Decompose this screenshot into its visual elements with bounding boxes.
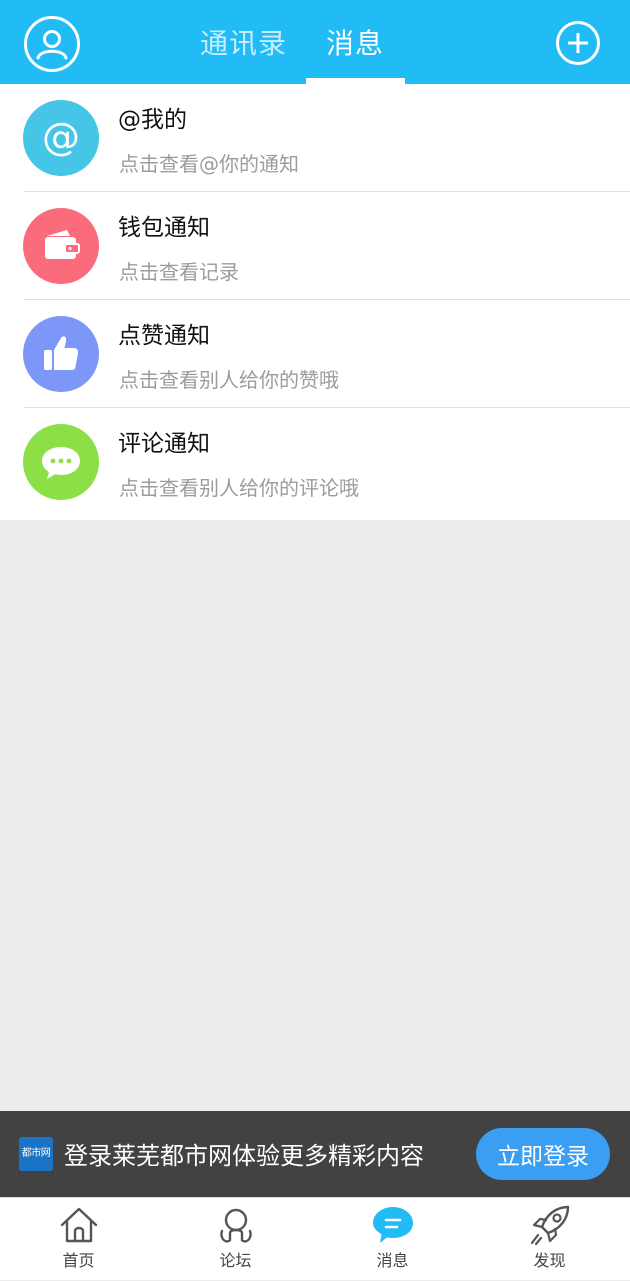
item-title: 钱包通知 bbox=[118, 215, 210, 241]
message-icon bbox=[372, 1207, 413, 1243]
thumbs-up-icon bbox=[23, 316, 99, 392]
wallet-icon bbox=[23, 208, 99, 284]
nav-messages[interactable]: 消息 bbox=[314, 1198, 471, 1281]
forum-icon bbox=[219, 1208, 252, 1243]
top-bar: 通讯录 消息 bbox=[0, 0, 630, 84]
tab-contacts[interactable]: 通讯录 bbox=[200, 24, 287, 64]
profile-avatar-button[interactable] bbox=[24, 16, 80, 72]
bottom-nav: 首页 论坛 消息 发现 bbox=[0, 1197, 630, 1280]
svg-text:@: @ bbox=[42, 115, 80, 159]
item-subtitle: 点击查看@你的通知 bbox=[119, 152, 299, 176]
nav-label: 发现 bbox=[533, 1251, 566, 1270]
list-item-comments[interactable]: 评论通知 点击查看别人给你的评论哦 bbox=[0, 408, 630, 516]
plus-icon bbox=[568, 33, 588, 53]
tab-messages[interactable]: 消息 bbox=[326, 24, 384, 64]
nav-label: 消息 bbox=[376, 1251, 409, 1270]
notification-list: @ @我的 点击查看@你的通知 钱包通知 点击查看记录 点赞通知 点击查看别人给… bbox=[0, 84, 630, 520]
item-subtitle: 点击查看别人给你的评论哦 bbox=[119, 476, 359, 500]
item-title: 评论通知 bbox=[118, 431, 210, 457]
nav-label: 首页 bbox=[62, 1251, 95, 1270]
item-title: @我的 bbox=[118, 107, 187, 133]
item-subtitle: 点击查看记录 bbox=[119, 260, 239, 284]
at-icon: @ bbox=[23, 100, 99, 176]
nav-forum[interactable]: 论坛 bbox=[157, 1198, 314, 1281]
site-logo: 都市网 bbox=[19, 1137, 53, 1171]
item-title: 点赞通知 bbox=[118, 323, 210, 349]
nav-home[interactable]: 首页 bbox=[0, 1198, 157, 1281]
list-item-likes[interactable]: 点赞通知 点击查看别人给你的赞哦 bbox=[0, 300, 630, 408]
user-icon bbox=[36, 30, 68, 60]
nav-discover[interactable]: 发现 bbox=[471, 1198, 628, 1281]
item-subtitle: 点击查看别人给你的赞哦 bbox=[119, 368, 339, 392]
home-icon bbox=[60, 1207, 97, 1243]
comment-icon bbox=[23, 424, 99, 500]
list-item-wallet[interactable]: 钱包通知 点击查看记录 bbox=[0, 192, 630, 300]
rocket-icon bbox=[530, 1205, 569, 1246]
add-button[interactable] bbox=[556, 21, 600, 65]
login-prompt-text: 登录莱芜都市网体验更多精彩内容 bbox=[64, 1142, 424, 1170]
login-now-button[interactable]: 立即登录 bbox=[476, 1128, 610, 1180]
list-item-at-me[interactable]: @ @我的 点击查看@你的通知 bbox=[0, 84, 630, 192]
nav-label: 论坛 bbox=[219, 1251, 252, 1270]
